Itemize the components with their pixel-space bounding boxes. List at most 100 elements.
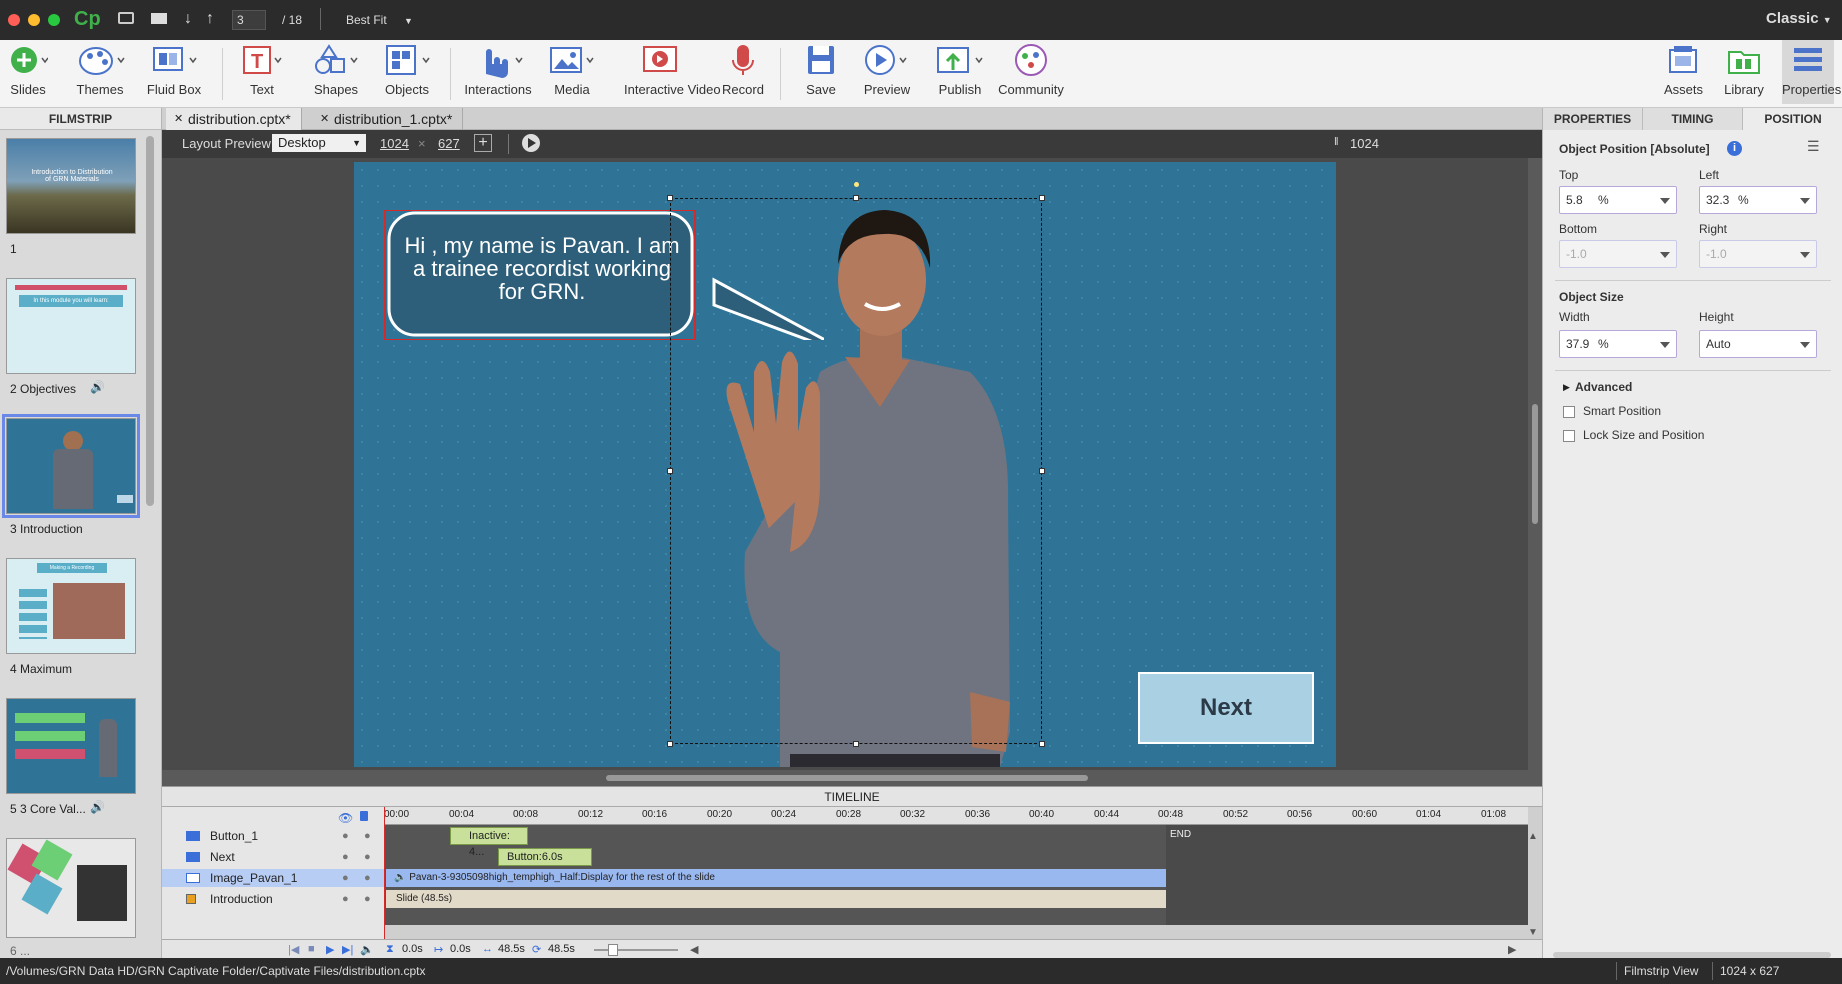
workspace-select[interactable]: Classic ▼ bbox=[1766, 10, 1832, 27]
timeline-ruler[interactable]: 00:00 00:04 00:08 00:12 00:16 00:20 00:2… bbox=[384, 807, 1528, 825]
filmstrip-scrollbar[interactable] bbox=[146, 136, 154, 506]
close-tab-icon[interactable]: ✕ bbox=[174, 108, 183, 130]
timeline-bar-next[interactable]: Button:6.0s bbox=[498, 848, 592, 866]
layout-height[interactable]: 627 bbox=[438, 136, 460, 151]
scroll-up-icon[interactable]: ▲ bbox=[1528, 831, 1538, 842]
timeline-bar-image[interactable]: 🔈 Pavan-3-9305098high_temphigh_Half:Disp… bbox=[386, 869, 1166, 887]
slide-thumbnail-6[interactable] bbox=[6, 838, 136, 938]
tab-timing[interactable]: TIMING bbox=[1643, 108, 1743, 130]
fluid-box-button[interactable]: Fluid Box bbox=[146, 42, 202, 97]
scroll-left-icon[interactable]: ◀ bbox=[690, 943, 698, 956]
objects-button[interactable]: Objects bbox=[380, 42, 434, 97]
info-icon[interactable]: i bbox=[1727, 141, 1742, 156]
lock-dot[interactable]: ● bbox=[364, 827, 371, 845]
visibility-dot[interactable]: ● bbox=[342, 848, 349, 866]
chevron-down-icon[interactable] bbox=[1660, 342, 1670, 348]
track-row[interactable]: Next ● ● bbox=[162, 848, 384, 866]
visibility-dot[interactable]: ● bbox=[342, 827, 349, 845]
rotate-handle[interactable] bbox=[854, 182, 859, 187]
interactive-video-button[interactable]: Interactive Video bbox=[624, 42, 721, 97]
slide-thumbnail-2[interactable]: In this module you will learn: bbox=[6, 278, 136, 374]
visibility-dot[interactable]: ● bbox=[342, 869, 349, 887]
playhead[interactable] bbox=[384, 807, 385, 939]
maximize-window-button[interactable] bbox=[48, 14, 60, 26]
scroll-down-icon[interactable]: ▼ bbox=[1528, 927, 1538, 938]
chevron-down-icon[interactable] bbox=[1660, 198, 1670, 204]
track-row[interactable]: Button_1 ● ● bbox=[162, 827, 384, 845]
resize-handle[interactable] bbox=[667, 741, 673, 747]
shapes-button[interactable]: Shapes bbox=[310, 42, 362, 97]
library-button[interactable]: Library bbox=[1724, 42, 1764, 97]
next-button[interactable]: Next bbox=[1138, 672, 1314, 744]
layout-width[interactable]: 1024 bbox=[380, 136, 409, 151]
community-button[interactable]: Community bbox=[998, 42, 1064, 97]
resize-handle[interactable] bbox=[853, 195, 859, 201]
publish-button[interactable]: Publish bbox=[934, 42, 986, 97]
assets-button[interactable]: Assets bbox=[1664, 42, 1703, 97]
properties-button[interactable]: Properties bbox=[1782, 40, 1841, 104]
device-select[interactable]: Desktop ▼ bbox=[272, 134, 366, 152]
stage-vscrollbar[interactable] bbox=[1532, 404, 1538, 524]
timeline-bar-button-1[interactable]: Inactive: 4... bbox=[450, 827, 528, 858]
close-tab-icon[interactable]: ✕ bbox=[320, 108, 329, 130]
slide-thumbnail-4[interactable]: Making a Recording bbox=[6, 558, 136, 654]
resize-handle[interactable] bbox=[853, 741, 859, 747]
lock-icon[interactable] bbox=[360, 811, 368, 821]
save-button[interactable]: Save bbox=[800, 42, 842, 97]
notes-icon[interactable] bbox=[118, 12, 134, 24]
resize-handle[interactable] bbox=[1039, 468, 1045, 474]
arrow-down-icon[interactable]: ↓ bbox=[184, 10, 192, 28]
disclosure-triangle-icon[interactable]: ▶ bbox=[1563, 382, 1570, 393]
tab-position[interactable]: POSITION bbox=[1743, 108, 1842, 130]
lock-dot[interactable]: ● bbox=[364, 848, 371, 866]
themes-button[interactable]: Themes bbox=[72, 42, 128, 97]
slide-thumbnail-5[interactable] bbox=[6, 698, 136, 794]
slides-button[interactable]: Slides bbox=[6, 42, 50, 97]
stop-icon[interactable]: ■ bbox=[308, 943, 315, 955]
lock-size-checkbox[interactable] bbox=[1563, 430, 1575, 442]
visibility-dot[interactable]: ● bbox=[342, 890, 349, 908]
zoom-select[interactable]: Best Fit ▼ bbox=[346, 13, 413, 27]
advanced-toggle[interactable]: Advanced bbox=[1575, 380, 1632, 394]
left-field[interactable]: 32.3% bbox=[1699, 186, 1817, 214]
timeline-bar-slide[interactable]: Slide (48.5s) bbox=[386, 890, 1166, 908]
tab-distribution-1[interactable]: ✕ distribution_1.cptx* bbox=[312, 108, 464, 130]
stage-hscrollbar[interactable] bbox=[606, 775, 1088, 781]
track-row-selected[interactable]: Image_Pavan_1 ● ● bbox=[162, 869, 384, 887]
play-icon[interactable]: ▶ bbox=[326, 943, 334, 956]
panel-menu-icon[interactable]: ☰ bbox=[1807, 138, 1820, 155]
slide-canvas[interactable]: Hi , my name is Pavan. I am a trainee re… bbox=[354, 162, 1336, 767]
height-field[interactable]: Auto bbox=[1699, 330, 1817, 358]
width-field[interactable]: 37.9% bbox=[1559, 330, 1677, 358]
preview-button[interactable]: Preview bbox=[862, 42, 912, 97]
page-number-input[interactable]: 3 bbox=[232, 10, 266, 30]
smart-position-checkbox[interactable] bbox=[1563, 406, 1575, 418]
chevron-down-icon[interactable] bbox=[1800, 198, 1810, 204]
lock-dot[interactable]: ● bbox=[364, 869, 371, 887]
minimize-window-button[interactable] bbox=[28, 14, 40, 26]
resize-handle[interactable] bbox=[667, 468, 673, 474]
last-frame-icon[interactable]: ▶| bbox=[342, 943, 353, 956]
slide-thumbnail-1[interactable]: Introduction to Distribution of GRN Mate… bbox=[6, 138, 136, 234]
track-row[interactable]: Introduction ● ● bbox=[162, 890, 384, 908]
resize-handle[interactable] bbox=[1039, 195, 1045, 201]
media-button[interactable]: Media bbox=[546, 42, 598, 97]
arrow-up-icon[interactable]: ↑ bbox=[206, 10, 214, 28]
zoom-slider-thumb[interactable] bbox=[608, 944, 618, 956]
first-frame-icon[interactable]: |◀ bbox=[288, 943, 299, 956]
chevron-down-icon[interactable] bbox=[1800, 342, 1810, 348]
scroll-right-icon[interactable]: ▶ bbox=[1508, 943, 1516, 956]
resize-handle[interactable] bbox=[1039, 741, 1045, 747]
record-button[interactable]: Record bbox=[722, 42, 764, 97]
play-preview-icon[interactable] bbox=[522, 134, 540, 152]
visibility-icon[interactable]: 👁 bbox=[338, 811, 353, 825]
tab-distribution[interactable]: ✕ distribution.cptx* bbox=[166, 108, 302, 130]
interactions-button[interactable]: Interactions bbox=[462, 42, 534, 97]
top-field[interactable]: 5.8% bbox=[1559, 186, 1677, 214]
resize-handle[interactable] bbox=[667, 195, 673, 201]
mail-icon[interactable] bbox=[151, 13, 167, 24]
slide-thumbnail-3[interactable] bbox=[2, 414, 140, 518]
volume-icon[interactable]: 🔈 bbox=[360, 943, 374, 956]
tab-properties[interactable]: PROPERTIES bbox=[1543, 108, 1643, 130]
close-window-button[interactable] bbox=[8, 14, 20, 26]
